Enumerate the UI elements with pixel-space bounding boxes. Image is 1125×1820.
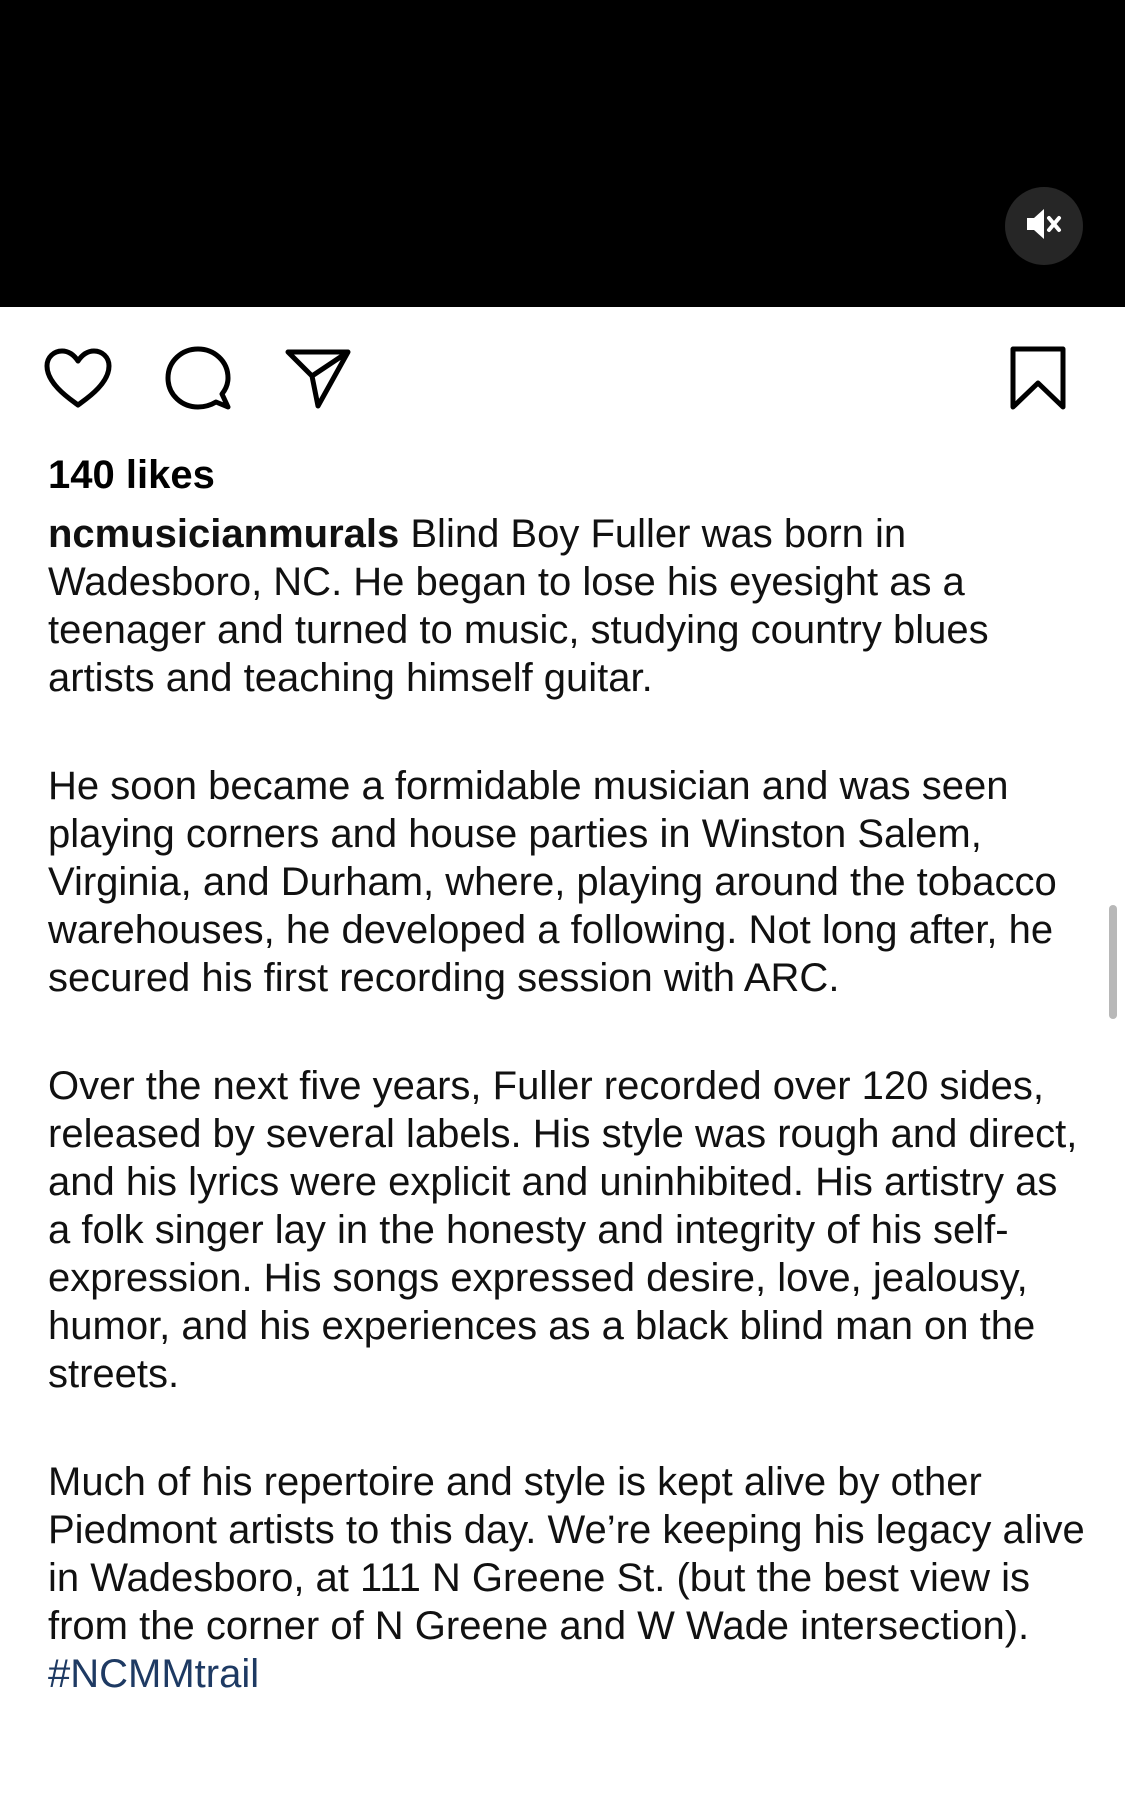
video-player[interactable] bbox=[0, 0, 1125, 307]
comment-button[interactable] bbox=[158, 340, 238, 420]
post-caption: ncmusicianmurals Blind Boy Fuller was bo… bbox=[48, 510, 1088, 1698]
caption-paragraph: Over the next five years, Fuller recorde… bbox=[48, 1064, 1078, 1396]
hashtag-link[interactable]: #NCMMtrail bbox=[48, 1650, 1088, 1698]
caption-paragraph: Much of his repertoire and style is kept… bbox=[48, 1460, 1085, 1648]
speaker-muted-icon bbox=[1024, 206, 1064, 247]
post-action-bar bbox=[0, 340, 1125, 420]
paper-plane-icon bbox=[284, 346, 352, 415]
caption-paragraph: He soon became a formidable musician and… bbox=[48, 764, 1057, 1000]
save-button[interactable] bbox=[998, 340, 1078, 420]
like-button[interactable] bbox=[38, 340, 118, 420]
bookmark-icon bbox=[1009, 345, 1067, 416]
comment-bubble-icon bbox=[164, 344, 232, 417]
heart-icon bbox=[43, 347, 113, 414]
likes-count[interactable]: 140 likes bbox=[48, 448, 215, 502]
mute-button[interactable] bbox=[1005, 187, 1083, 265]
share-button[interactable] bbox=[278, 340, 358, 420]
username-link[interactable]: ncmusicianmurals bbox=[48, 512, 399, 556]
caption-paragraph: ncmusicianmurals Blind Boy Fuller was bo… bbox=[48, 510, 1088, 702]
scrollbar[interactable] bbox=[1109, 905, 1117, 1019]
